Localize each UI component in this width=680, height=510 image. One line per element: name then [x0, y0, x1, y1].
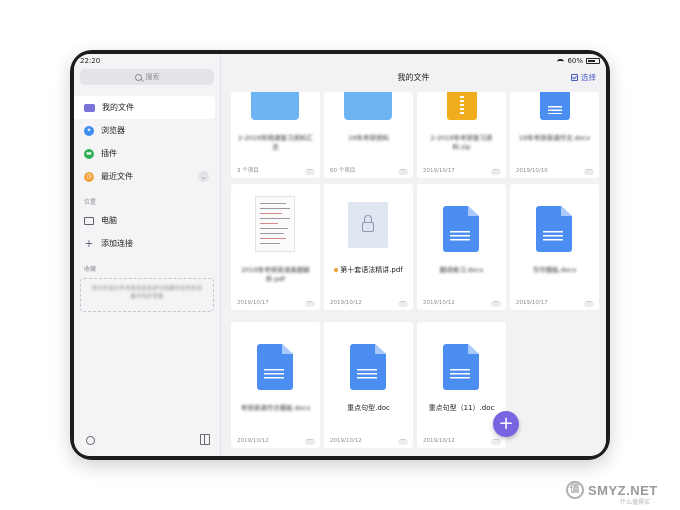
sidebar-item-label: 添加连接 — [101, 239, 133, 248]
file-name: 第十套语法精讲.pdf — [330, 266, 407, 276]
computer-icon — [84, 216, 94, 225]
page-title: 我的文件 — [397, 73, 430, 82]
favorites-drop-zone[interactable]: 将文件或文件夹拖至此处即可收藏并在所有设备中同步查看 — [80, 278, 214, 312]
file-name: 2019年考研英语真题解析.pdf — [241, 266, 310, 284]
folder-icon — [251, 92, 299, 120]
zip-file-icon — [447, 92, 477, 120]
section-favorites: 收藏 — [84, 266, 97, 273]
search-input[interactable]: 搜索 — [80, 69, 214, 85]
status-time: 22:20 — [80, 57, 101, 65]
sidebar-item-label: 插件 — [101, 149, 117, 158]
file-meta: 2019/10/17 — [423, 168, 455, 174]
checkbox-icon — [571, 74, 578, 81]
sidebar-item-browser[interactable]: ✦ 浏览器 — [74, 119, 215, 142]
search-placeholder: 搜索 — [145, 73, 160, 81]
file-name: 重点句型（11）.doc — [428, 404, 495, 412]
more-button[interactable]: ··· — [491, 438, 501, 445]
more-button[interactable]: ··· — [398, 438, 408, 445]
clock-icon: ◷ — [84, 171, 94, 182]
select-label: 选择 — [581, 73, 596, 82]
more-button[interactable]: ··· — [491, 168, 501, 175]
lock-icon — [348, 202, 388, 248]
more-button[interactable]: ··· — [398, 168, 408, 175]
app-screen: 22:20 60% 搜索 我的文件 ✦ 浏览器 ▬ 插件 ◷ 最近文件 ⌄ 位置… — [74, 54, 606, 456]
plus-icon: + — [84, 237, 94, 250]
file-name: 翻译练习.docx — [439, 266, 484, 274]
file-name: 考研英语作文模板.docx — [240, 404, 311, 412]
sidebar-item-my-files[interactable]: 我的文件 — [74, 96, 215, 119]
file-name: 2-2019年考研复习资料.zip — [430, 134, 493, 152]
gear-icon[interactable] — [86, 436, 95, 445]
sidebar-toggle-icon[interactable] — [200, 434, 210, 445]
file-meta: 2019/10/17 — [516, 300, 548, 306]
main-panel: 我的文件 选择 2-2019年网课复习资料汇总 3 个项目 ··· 19年考研资… — [221, 54, 606, 456]
sidebar-item-recent[interactable]: ◷ 最近文件 ⌄ — [74, 165, 215, 188]
battery-percent: 60% — [567, 57, 583, 65]
battery-icon — [586, 58, 600, 64]
status-bar: 22:20 60% — [74, 54, 606, 68]
watermark-subtext: 什么值得买 — [620, 499, 651, 506]
file-card-5[interactable]: 第十套语法精讲.pdf 2019/10/12 ··· — [324, 184, 413, 310]
file-meta: 2019/10/12 — [237, 438, 269, 444]
add-button[interactable]: + — [493, 411, 519, 437]
more-button[interactable]: ··· — [584, 300, 594, 307]
favorites-hint: 将文件或文件夹拖至此处即可收藏并在所有设备中同步查看 — [91, 286, 202, 301]
sidebar-item-add-connection[interactable]: + 添加连接 — [74, 232, 215, 255]
sidebar-item-label: 浏览器 — [101, 126, 125, 135]
pdf-preview-icon — [255, 196, 295, 252]
file-name: 19年考研资料 — [348, 134, 389, 142]
more-button[interactable]: ··· — [584, 168, 594, 175]
file-card-2[interactable]: 2-2019年考研复习资料.zip 2019/10/17 ··· — [417, 92, 506, 178]
plugin-icon: ▬ — [84, 148, 94, 159]
chevron-down-icon[interactable]: ⌄ — [198, 171, 209, 182]
file-name: 19年考研英语作文.docx — [518, 134, 591, 142]
more-button[interactable]: ··· — [398, 300, 408, 307]
file-card-6[interactable]: 翻译练习.docx 2019/10/12 ··· — [417, 184, 506, 310]
file-name: 写作模板.docx — [532, 266, 577, 274]
more-button[interactable]: ··· — [305, 438, 315, 445]
file-card-9[interactable]: 重点句型.doc 2019/10/12 ··· — [324, 322, 413, 448]
more-button[interactable]: ··· — [305, 168, 315, 175]
file-meta: 3 个项目 — [237, 168, 259, 174]
folder-icon — [344, 92, 392, 120]
sidebar-item-plugins[interactable]: ▬ 插件 — [74, 142, 215, 165]
tag-dot — [334, 268, 339, 272]
watermark-logo-icon: 值 — [566, 481, 584, 499]
file-name: 2-2019年网课复习资料汇总 — [237, 134, 314, 152]
section-location: 位置 — [84, 199, 97, 206]
file-card-3[interactable]: 19年考研英语作文.docx 2019/10/10 ··· — [510, 92, 599, 178]
file-card-10[interactable]: 重点句型（11）.doc 2019/10/12 ··· — [417, 322, 506, 448]
sidebar: 搜索 我的文件 ✦ 浏览器 ▬ 插件 ◷ 最近文件 ⌄ 位置 电脑 + 添加连接… — [74, 54, 221, 456]
wifi-icon — [557, 58, 565, 64]
file-card-7[interactable]: 写作模板.docx 2019/10/17 ··· — [510, 184, 599, 310]
file-meta: 2019/10/12 — [330, 438, 362, 444]
file-card-4[interactable]: 2019年考研英语真题解析.pdf 2019/10/17 ··· — [231, 184, 320, 310]
file-meta: 2019/10/10 — [516, 168, 548, 174]
file-card-1[interactable]: 19年考研资料 60 个项目 ··· — [324, 92, 413, 178]
folder-icon — [84, 103, 95, 112]
sidebar-item-label: 最近文件 — [101, 172, 133, 181]
file-card-0[interactable]: 2-2019年网课复习资料汇总 3 个项目 ··· — [231, 92, 320, 178]
file-meta: 2019/10/12 — [423, 300, 455, 306]
compass-icon: ✦ — [84, 125, 94, 136]
doc-file-icon — [540, 92, 570, 120]
sidebar-item-label: 电脑 — [101, 216, 117, 225]
sidebar-item-label: 我的文件 — [102, 103, 134, 112]
watermark-text: SMYZ.NET — [588, 482, 658, 498]
sidebar-item-computer[interactable]: 电脑 — [74, 209, 215, 232]
file-meta: 2019/10/17 — [237, 300, 269, 306]
select-button[interactable]: 选择 — [571, 72, 596, 83]
search-icon — [134, 73, 142, 81]
file-meta: 60 个项目 — [330, 168, 356, 174]
more-button[interactable]: ··· — [491, 300, 501, 307]
file-meta: 2019/10/12 — [423, 438, 455, 444]
file-name: 重点句型.doc — [347, 404, 390, 412]
more-button[interactable]: ··· — [305, 300, 315, 307]
file-meta: 2019/10/12 — [330, 300, 362, 306]
file-card-8[interactable]: 考研英语作文模板.docx 2019/10/12 ··· — [231, 322, 320, 448]
